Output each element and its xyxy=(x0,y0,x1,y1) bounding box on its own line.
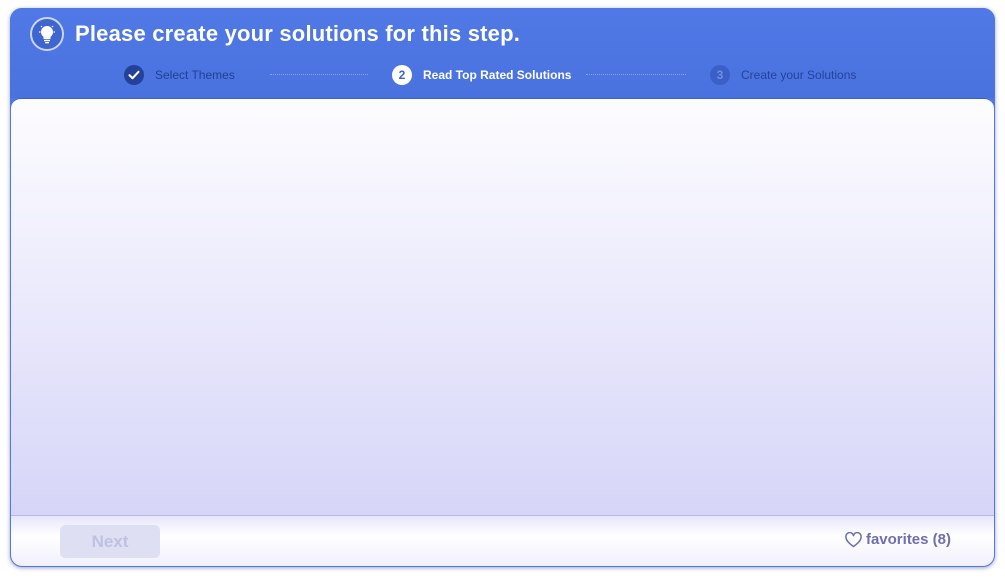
step-select-themes[interactable]: Select Themes xyxy=(124,65,235,85)
check-icon xyxy=(124,65,144,85)
content-panel xyxy=(11,98,994,515)
next-button[interactable]: Next xyxy=(60,525,160,558)
step-create-solutions[interactable]: 3 Create your Solutions xyxy=(710,65,856,85)
favorites-link[interactable]: favorites (8) xyxy=(845,531,951,548)
page-title: Please create your solutions for this st… xyxy=(75,21,521,46)
step-read-top-rated[interactable]: 2 Read Top Rated Solutions xyxy=(392,65,571,85)
step-label: Select Themes xyxy=(155,68,235,82)
dialog-window: Please create your solutions for this st… xyxy=(10,8,995,567)
lightbulb-icon xyxy=(30,17,64,51)
header: Please create your solutions for this st… xyxy=(10,8,995,98)
heart-icon xyxy=(845,531,862,547)
step-number: 2 xyxy=(392,65,412,85)
step-connector xyxy=(270,74,368,75)
step-label: Create your Solutions xyxy=(741,68,857,82)
favorites-label: favorites (8) xyxy=(865,531,951,548)
step-connector xyxy=(586,74,686,75)
step-number: 3 xyxy=(710,65,730,85)
step-label: Read Top Rated Solutions xyxy=(423,68,572,82)
footer-bar: Next favorites (8) xyxy=(11,515,994,566)
